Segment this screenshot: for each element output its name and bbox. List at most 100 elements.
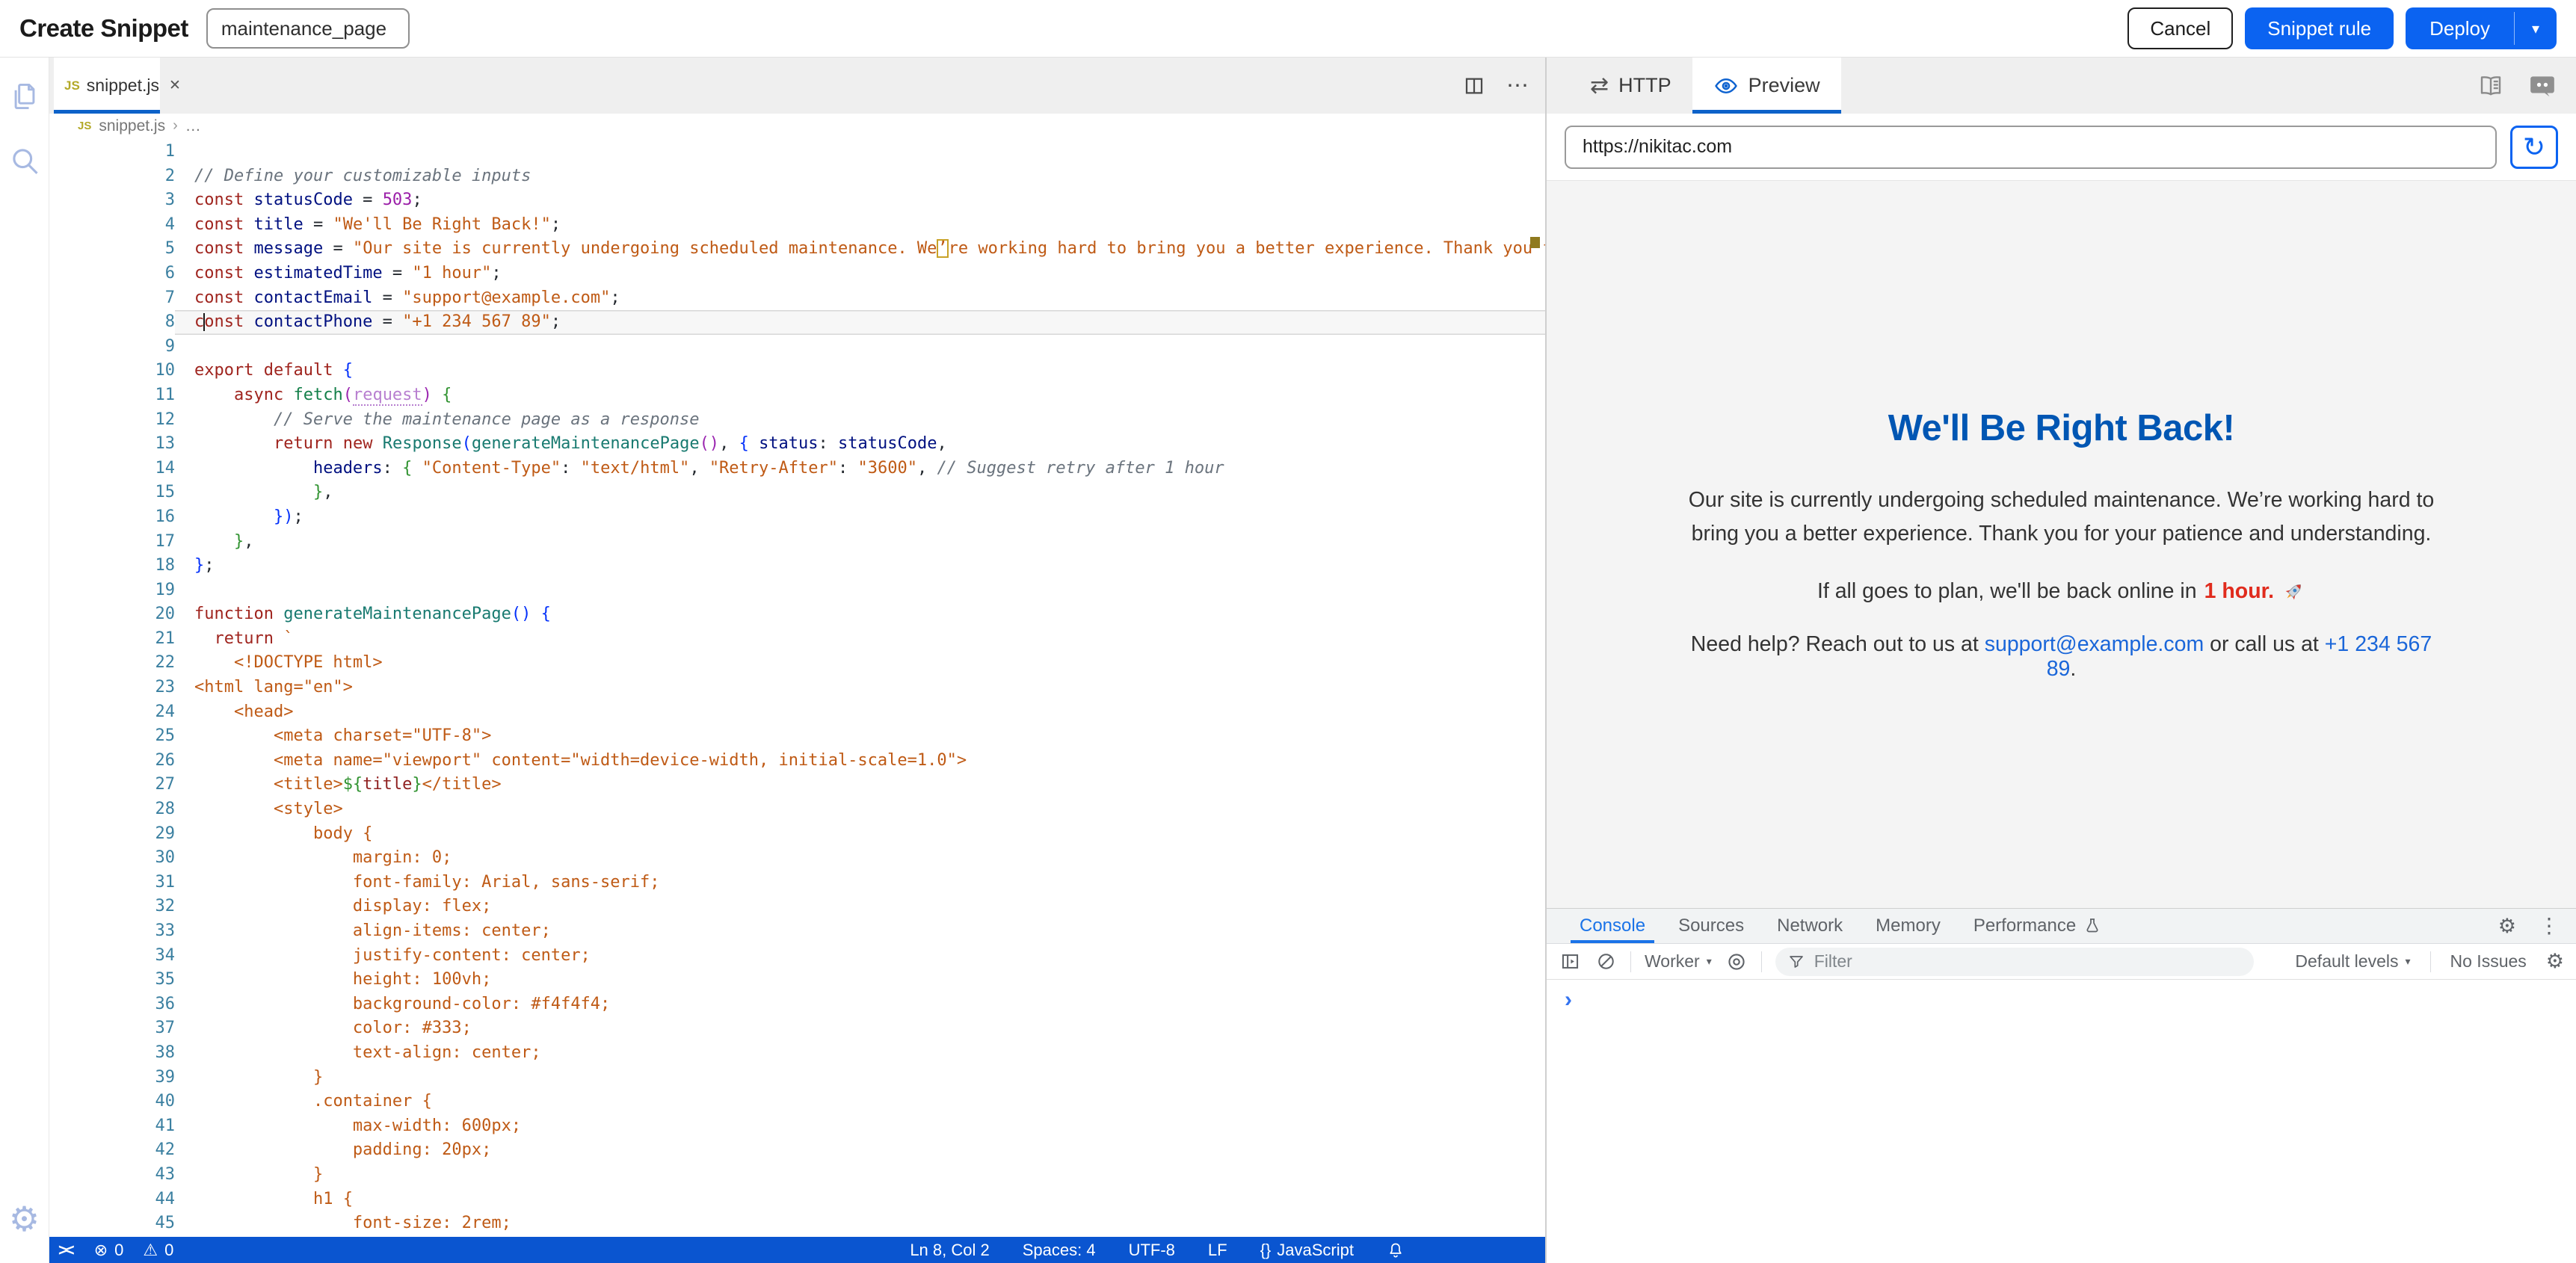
code-line[interactable]: 7const contactEmail = "support@example.c… (49, 286, 1545, 311)
console-output[interactable]: › (1547, 980, 2576, 1263)
tab-snippet-js[interactable]: JS snippet.js ✕ (54, 58, 160, 114)
code-line[interactable]: 2// Define your customizable inputs (49, 164, 1545, 189)
remote-indicator-icon[interactable]: >< (58, 1241, 72, 1260)
console-filter-input[interactable]: Filter (1775, 948, 2254, 976)
no-issues-label[interactable]: No Issues (2450, 951, 2527, 972)
code-line[interactable]: 10export default { (49, 359, 1545, 383)
problems-indicator[interactable]: ⊗ 0 ⚠ 0 (94, 1241, 174, 1260)
eol-type[interactable]: LF (1208, 1241, 1227, 1260)
code-line[interactable]: 15 }, (49, 481, 1545, 505)
code-line[interactable]: 26 <meta name="viewport" content="width=… (49, 749, 1545, 773)
code-line[interactable]: 11 async fetch(request) { (49, 383, 1545, 408)
devtools-bar-icons: ⚙ ⋮ (2498, 909, 2560, 943)
devtools-settings-icon[interactable]: ⚙ (2498, 916, 2516, 936)
files-icon[interactable] (5, 77, 44, 116)
live-expression-eye-icon[interactable] (1725, 951, 1748, 973)
code-line[interactable]: 40 .container { (49, 1090, 1545, 1114)
code-line[interactable]: 33 align-items: center; (49, 919, 1545, 944)
deploy-dropdown-button[interactable]: ▾ (2515, 7, 2557, 49)
preview-url-input[interactable] (1565, 126, 2497, 169)
code-line[interactable]: 34 justify-content: center; (49, 944, 1545, 969)
code-line[interactable]: 36 background-color: #f4f4f4; (49, 992, 1545, 1017)
snippet-name-input[interactable] (206, 8, 410, 49)
default-levels-select[interactable]: Default levels ▾ (2295, 951, 2410, 972)
support-email-link[interactable]: support@example.com (1985, 632, 2204, 656)
language-mode[interactable]: {} JavaScript (1260, 1241, 1354, 1260)
search-icon[interactable] (5, 141, 44, 180)
code-line[interactable]: 18}; (49, 554, 1545, 578)
code-line[interactable]: 20function generateMaintenancePage() { (49, 602, 1545, 627)
code-line[interactable]: 42 padding: 20px; (49, 1138, 1545, 1163)
maintenance-help: Need help? Reach out to us at support@ex… (1680, 632, 2443, 682)
code-line[interactable]: 29 body { (49, 822, 1545, 847)
code-line[interactable]: 46 color: #0056b3; (49, 1236, 1545, 1237)
code-line[interactable]: 21 return ` (49, 627, 1545, 652)
refresh-icon: ↻ (2523, 134, 2545, 161)
code-editor[interactable]: 12// Define your customizable inputs3con… (49, 138, 1545, 1237)
page-title: Create Snippet (19, 14, 188, 43)
tab-sources[interactable]: Sources (1662, 909, 1760, 943)
code-line[interactable]: 38 text-align: center; (49, 1041, 1545, 1066)
tab-console[interactable]: Console (1563, 909, 1662, 943)
tab-preview[interactable]: Preview (1692, 58, 1841, 114)
code-line[interactable]: 31 font-family: Arial, sans-serif; (49, 871, 1545, 895)
code-line[interactable]: 35 height: 100vh; (49, 968, 1545, 992)
create-snippet-window: Create Snippet Cancel Snippet rule Deplo… (0, 0, 2576, 1263)
code-line[interactable]: 24 <head> (49, 700, 1545, 725)
code-line[interactable]: 5const message = "Our site is currently … (49, 237, 1545, 262)
code-line[interactable]: 17 }, (49, 530, 1545, 555)
code-line[interactable]: 6const estimatedTime = "1 hour"; (49, 262, 1545, 286)
code-line[interactable]: 30 margin: 0; (49, 846, 1545, 871)
breadcrumb-symbol[interactable]: … (185, 117, 201, 135)
snippet-rule-button[interactable]: Snippet rule (2245, 7, 2394, 49)
code-line[interactable]: 23<html lang="en"> (49, 676, 1545, 700)
code-line[interactable]: 37 color: #333; (49, 1016, 1545, 1041)
cancel-button[interactable]: Cancel (2127, 7, 2233, 49)
close-icon[interactable]: ✕ (169, 77, 181, 94)
tab-http[interactable]: ⇄ HTTP (1569, 58, 1692, 114)
split-editor-icon[interactable] (1463, 75, 1485, 97)
refresh-button[interactable]: ↻ (2510, 126, 2558, 169)
console-sidebar-icon[interactable] (1559, 951, 1581, 973)
code-line[interactable]: 25 <meta charset="UTF-8"> (49, 724, 1545, 749)
tab-performance[interactable]: Performance (1957, 909, 2118, 943)
more-actions-icon[interactable]: ⋯ (1506, 72, 1529, 99)
code-line[interactable]: 43 } (49, 1163, 1545, 1188)
code-line[interactable]: 9 (49, 335, 1545, 359)
code-line[interactable]: 8const contactPhone = "+1 234 567 89"; (49, 310, 1545, 335)
indentation[interactable]: Spaces: 4 (1023, 1241, 1096, 1260)
code-line[interactable]: 13 return new Response(generateMaintenan… (49, 432, 1545, 457)
code-line[interactable]: 3const statusCode = 503; (49, 188, 1545, 213)
maintenance-heading: We'll Be Right Back! (1680, 407, 2443, 449)
console-settings-icon[interactable]: ⚙ (2546, 951, 2564, 972)
deploy-button[interactable]: Deploy (2406, 7, 2514, 49)
code-line[interactable]: 41 max-width: 600px; (49, 1114, 1545, 1139)
tab-memory[interactable]: Memory (1859, 909, 1957, 943)
code-line[interactable]: 45 font-size: 2rem; (49, 1211, 1545, 1236)
bell-icon[interactable] (1387, 1241, 1405, 1259)
code-line[interactable]: 16 }); (49, 505, 1545, 530)
tab-network[interactable]: Network (1760, 909, 1859, 943)
encoding[interactable]: UTF-8 (1129, 1241, 1175, 1260)
docs-book-icon[interactable] (2477, 72, 2504, 99)
code-line[interactable]: 14 headers: { "Content-Type": "text/html… (49, 457, 1545, 481)
console-context-select[interactable]: Worker ▾ (1645, 951, 1712, 972)
breadcrumb[interactable]: JS snippet.js › … (49, 114, 1545, 138)
code-line[interactable]: 1 (49, 140, 1545, 164)
cursor-position[interactable]: Ln 8, Col 2 (910, 1241, 989, 1260)
kebab-menu-icon[interactable]: ⋮ (2539, 915, 2560, 936)
clear-console-icon[interactable] (1594, 951, 1617, 973)
code-line[interactable]: 44 h1 { (49, 1188, 1545, 1212)
settings-gear-icon[interactable]: ⚙ (9, 1202, 40, 1236)
code-line[interactable]: 27 <title>${title}</title> (49, 773, 1545, 797)
code-line[interactable]: 39 } (49, 1066, 1545, 1090)
breadcrumb-file[interactable]: snippet.js (99, 117, 165, 135)
code-line[interactable]: 22 <!DOCTYPE html> (49, 651, 1545, 676)
code-line[interactable]: 19 (49, 578, 1545, 603)
code-line[interactable]: 32 display: flex; (49, 895, 1545, 919)
code-line[interactable]: 12 // Serve the maintenance page as a re… (49, 408, 1545, 433)
chevron-down-icon: ▾ (1707, 955, 1712, 968)
code-line[interactable]: 28 <style> (49, 797, 1545, 822)
discord-icon[interactable] (2528, 72, 2557, 100)
code-line[interactable]: 4const title = "We'll Be Right Back!"; (49, 213, 1545, 238)
